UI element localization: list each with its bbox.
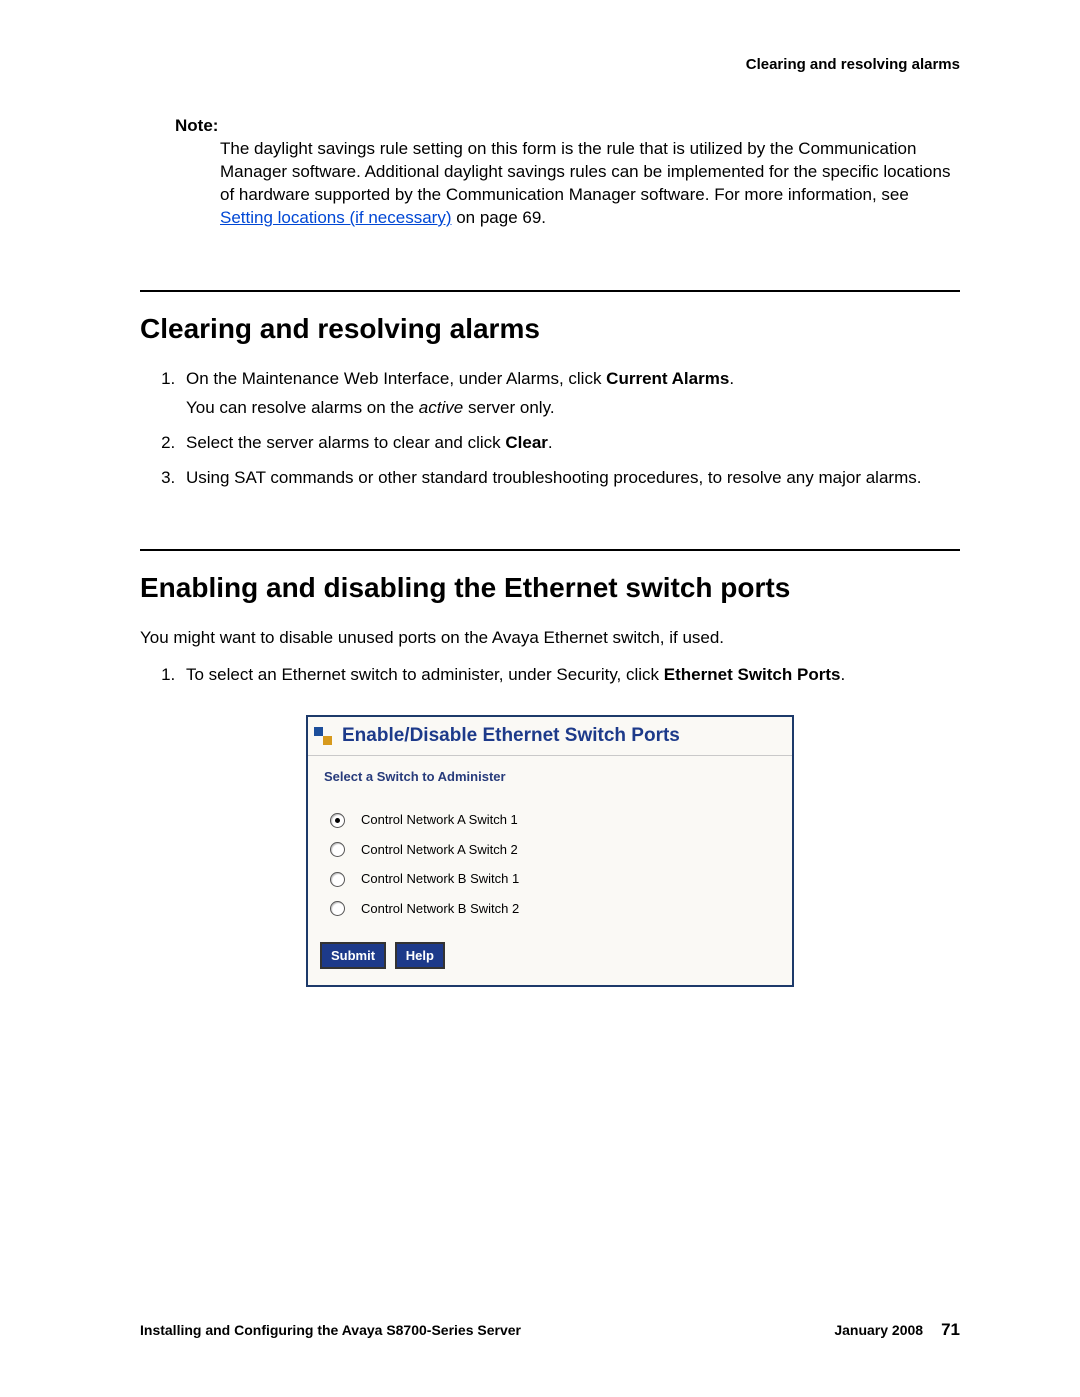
list-item: On the Maintenance Web Interface, under … xyxy=(180,368,960,420)
running-header: Clearing and resolving alarms xyxy=(140,55,960,75)
note-block: Note: The daylight savings rule setting … xyxy=(140,115,960,230)
section-divider xyxy=(140,290,960,292)
current-alarms-label: Current Alarms xyxy=(606,369,729,388)
note-text-pre: The daylight savings rule setting on thi… xyxy=(220,139,950,204)
clearing-alarms-heading: Clearing and resolving alarms xyxy=(140,310,960,348)
radio-label: Control Network B Switch 2 xyxy=(361,900,519,918)
submit-button[interactable]: Submit xyxy=(320,942,386,970)
document-page: Clearing and resolving alarms Note: The … xyxy=(0,0,1080,1397)
step-text: . xyxy=(729,369,734,388)
footer-right: January 2008 71 xyxy=(834,1319,960,1342)
ethernet-switch-ports-label: Ethernet Switch Ports xyxy=(664,665,841,684)
radio-label: Control Network B Switch 1 xyxy=(361,870,519,888)
note-label: Note: xyxy=(175,115,960,138)
ethernet-intro: You might want to disable unused ports o… xyxy=(140,627,960,650)
step-text: Select the server alarms to clear and cl… xyxy=(186,433,505,452)
radio-icon xyxy=(330,813,345,828)
note-body: The daylight savings rule setting on thi… xyxy=(220,138,960,230)
page-number: 71 xyxy=(941,1319,960,1342)
text: server only. xyxy=(463,398,554,417)
note-text-post: on page 69. xyxy=(452,208,547,227)
step-text: Using SAT commands or other standard tro… xyxy=(186,468,921,487)
list-item: Select the server alarms to clear and cl… xyxy=(180,432,960,455)
step-text: To select an Ethernet switch to administ… xyxy=(186,665,664,684)
radio-label: Control Network A Switch 2 xyxy=(361,841,518,859)
step-text: . xyxy=(840,665,845,684)
setting-locations-link[interactable]: Setting locations (if necessary) xyxy=(220,208,452,227)
step-text: On the Maintenance Web Interface, under … xyxy=(186,369,606,388)
radio-option-b1[interactable]: Control Network B Switch 1 xyxy=(330,864,792,894)
ethernet-switch-dialog: Enable/Disable Ethernet Switch Ports Sel… xyxy=(306,715,794,987)
step-subtext: You can resolve alarms on the active ser… xyxy=(186,397,960,420)
dialog-title: Enable/Disable Ethernet Switch Ports xyxy=(342,723,680,749)
radio-label: Control Network A Switch 1 xyxy=(361,811,518,829)
radio-option-a1[interactable]: Control Network A Switch 1 xyxy=(330,805,792,835)
clear-label: Clear xyxy=(505,433,548,452)
dialog-icon xyxy=(314,727,332,745)
footer-date: January 2008 xyxy=(834,1321,923,1340)
text: You can resolve alarms on the xyxy=(186,398,419,417)
dialog-subtitle: Select a Switch to Administer xyxy=(308,756,792,806)
dialog-title-row: Enable/Disable Ethernet Switch Ports xyxy=(308,717,792,756)
dialog-button-row: Submit Help xyxy=(308,942,792,986)
help-button[interactable]: Help xyxy=(395,942,445,970)
step-text: . xyxy=(548,433,553,452)
ethernet-heading: Enabling and disabling the Ethernet swit… xyxy=(140,569,960,607)
radio-icon xyxy=(330,872,345,887)
section-divider xyxy=(140,549,960,551)
switch-radio-group: Control Network A Switch 1 Control Netwo… xyxy=(308,805,792,941)
list-item: To select an Ethernet switch to administ… xyxy=(180,664,960,687)
radio-icon xyxy=(330,901,345,916)
radio-option-b2[interactable]: Control Network B Switch 2 xyxy=(330,894,792,924)
radio-icon xyxy=(330,842,345,857)
list-item: Using SAT commands or other standard tro… xyxy=(180,467,960,490)
ethernet-steps: To select an Ethernet switch to administ… xyxy=(160,664,960,687)
clearing-steps: On the Maintenance Web Interface, under … xyxy=(160,368,960,490)
active-emphasis: active xyxy=(419,398,463,417)
figure-container: Enable/Disable Ethernet Switch Ports Sel… xyxy=(140,715,960,987)
page-footer: Installing and Configuring the Avaya S87… xyxy=(140,1319,960,1342)
footer-doc-title: Installing and Configuring the Avaya S87… xyxy=(140,1321,521,1340)
radio-option-a2[interactable]: Control Network A Switch 2 xyxy=(330,835,792,865)
